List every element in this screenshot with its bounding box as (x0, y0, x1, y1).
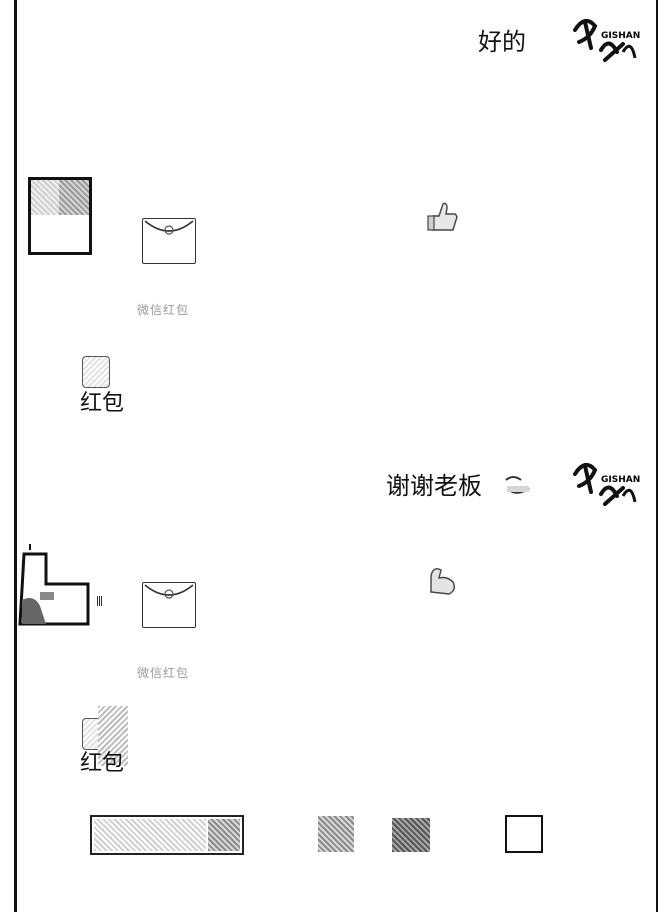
red-packet-flap-icon (144, 220, 194, 235)
brand-logo-text-1: GISHAN (601, 31, 640, 41)
avatar-image-highlight (31, 180, 59, 215)
message-input-fill (94, 819, 206, 851)
brand-logo-1: GISHAN (573, 18, 640, 62)
red-packet-label-2: 红包 (80, 751, 125, 776)
more-button[interactable] (392, 818, 430, 852)
sticker-avatar[interactable] (16, 540, 94, 630)
brand-logo-2: GISHAN (573, 462, 640, 506)
red-packet-flap-icon-2 (144, 584, 194, 599)
thumbs-up-icon (427, 202, 458, 231)
red-packet-card-1[interactable] (142, 218, 196, 264)
message-text-1: 好的 (478, 28, 526, 56)
flexed-bicep-icon (430, 568, 456, 595)
red-packet-caption-2: 微信红包 (137, 666, 190, 680)
left-border-line (14, 0, 17, 912)
sticker-dot (97, 596, 103, 606)
message-text-2: 谢谢老板 (386, 472, 482, 500)
red-packet-caption-1: 微信红包 (137, 303, 190, 317)
avatar[interactable] (28, 177, 92, 255)
red-packet-label-1: 红包 (80, 391, 125, 416)
wink-face-icon (505, 476, 530, 494)
brand-logo-text-2: GISHAN (601, 475, 640, 485)
right-border-line (656, 0, 658, 912)
message-input[interactable] (90, 815, 244, 855)
emoji-button[interactable] (318, 816, 354, 852)
red-packet-card-2[interactable] (142, 582, 196, 628)
red-packet-icon-1[interactable] (82, 356, 110, 388)
voice-button[interactable] (208, 819, 240, 851)
send-square-button[interactable] (505, 815, 543, 853)
